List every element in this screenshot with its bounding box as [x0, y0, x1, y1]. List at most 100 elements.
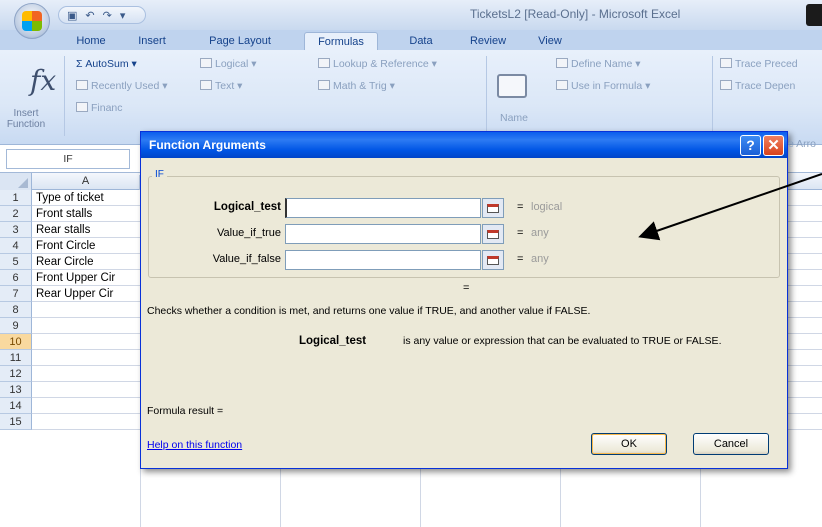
tab-view[interactable]: View [530, 32, 570, 51]
row-header[interactable]: 12 [0, 366, 32, 382]
value-if-true-collapse-button[interactable] [482, 224, 504, 244]
function-arguments-dialog: Function Arguments ? ✕ IF Logical_test =… [140, 131, 788, 469]
trace-dependents-button[interactable]: Trace Depen [720, 80, 795, 92]
math-trig-icon [318, 80, 330, 90]
cell-a4[interactable]: Front Circle [36, 238, 139, 254]
office-logo-icon [22, 11, 42, 31]
lookup-icon [318, 58, 330, 68]
remove-arrows-button[interactable]: e Arro [788, 138, 816, 150]
row-header[interactable]: 5 [0, 254, 32, 270]
name-manager-icon[interactable] [497, 74, 527, 98]
row-header[interactable]: 8 [0, 302, 32, 318]
undo-icon[interactable]: ↶ [85, 9, 94, 22]
row-header[interactable]: 4 [0, 238, 32, 254]
cell-a2[interactable]: Front stalls [36, 206, 139, 222]
cancel-button[interactable]: Cancel [693, 433, 769, 455]
math-trig-button[interactable]: Math & Trig ▾ [318, 80, 395, 92]
lookup-reference-button[interactable]: Lookup & Reference ▾ [318, 58, 437, 70]
window-controls[interactable] [806, 4, 822, 26]
logical-button[interactable]: Logical ▾ [200, 58, 256, 70]
autosum-button[interactable]: Σ AutoSum ▾ [76, 58, 137, 70]
ribbon-separator [64, 56, 65, 136]
use-in-formula-button[interactable]: Use in Formula ▾ [556, 80, 650, 92]
column-header-a[interactable]: A [32, 175, 140, 190]
row-header-selected[interactable]: 10 [0, 334, 32, 350]
collapse-dialog-icon [487, 203, 499, 213]
row-header[interactable]: 3 [0, 222, 32, 238]
tab-home[interactable]: Home [68, 32, 114, 51]
logical-test-collapse-button[interactable] [482, 198, 504, 218]
logical-icon [200, 58, 212, 68]
help-button[interactable]: ? [740, 135, 761, 156]
logical-test-equals: = [517, 201, 524, 213]
value-if-false-collapse-button[interactable] [482, 250, 504, 270]
ribbon-separator [712, 56, 713, 136]
tab-data[interactable]: Data [400, 32, 442, 51]
tab-formulas[interactable]: Formulas [304, 32, 378, 51]
help-on-function-link[interactable]: Help on this function [147, 439, 242, 451]
collapse-dialog-icon [487, 229, 499, 239]
value-if-false-label: Value_if_false [212, 253, 281, 265]
value-if-true-result: any [531, 227, 549, 239]
cell-a5[interactable]: Rear Circle [36, 254, 139, 270]
value-if-true-input[interactable] [285, 224, 481, 244]
dialog-title-bar[interactable]: Function Arguments ? ✕ [141, 132, 787, 158]
quick-access-toolbar: ▣ ↶ ↷ ▾ [58, 6, 146, 24]
dialog-title: Function Arguments [149, 138, 266, 152]
financial-icon [76, 102, 88, 112]
value-if-false-input[interactable] [285, 250, 481, 270]
cell-a7[interactable]: Rear Upper Cir [36, 286, 139, 302]
function-description: Checks whether a condition is met, and r… [147, 305, 591, 317]
row-header[interactable]: 1 [0, 190, 32, 206]
cell-a1[interactable]: Type of ticket [36, 190, 139, 206]
redo-icon[interactable]: ↷ [103, 9, 112, 22]
formula-result: Formula result = [147, 405, 224, 417]
name-box[interactable]: IF [6, 149, 130, 169]
row-header[interactable]: 9 [0, 318, 32, 334]
save-icon[interactable]: ▣ [67, 9, 77, 22]
window-title: TicketsL2 [Read-Only] - Microsoft Excel [470, 7, 681, 21]
recently-used-icon [76, 80, 88, 90]
cell-a3[interactable]: Rear stalls [36, 222, 139, 238]
collapse-dialog-icon [487, 255, 499, 265]
row-header[interactable]: 15 [0, 414, 32, 430]
select-all-icon [18, 178, 28, 188]
customize-qat-icon[interactable]: ▾ [120, 9, 126, 22]
trace-precedents-button[interactable]: Trace Preced [720, 58, 798, 70]
name-manager-label[interactable]: Name [500, 112, 528, 124]
logical-test-input[interactable] [285, 198, 481, 218]
tab-insert[interactable]: Insert [130, 32, 174, 51]
argument-description-text: is any value or expression that can be e… [403, 335, 722, 347]
row-header[interactable]: 2 [0, 206, 32, 222]
office-button[interactable] [14, 3, 50, 39]
function-name-label: IF [152, 169, 167, 180]
tab-review[interactable]: Review [462, 32, 514, 51]
text-icon [200, 80, 212, 90]
logical-test-label: Logical_test [213, 201, 281, 213]
argument-description-name: Logical_test [299, 335, 367, 347]
ribbon-separator [486, 56, 487, 136]
value-if-true-label: Value_if_true [216, 227, 281, 239]
insert-function-label[interactable]: Insert Function [4, 108, 48, 130]
tab-page-layout[interactable]: Page Layout [200, 32, 280, 51]
financial-button[interactable]: Financ [76, 102, 123, 114]
row-header[interactable]: 6 [0, 270, 32, 286]
row-header[interactable]: 13 [0, 382, 32, 398]
trace-dependents-icon [720, 80, 732, 90]
row-header[interactable]: 7 [0, 286, 32, 302]
use-in-formula-icon [556, 80, 568, 90]
row-header[interactable]: 14 [0, 398, 32, 414]
value-if-false-result: any [531, 253, 549, 265]
function-result-equals: = [463, 282, 470, 294]
row-header[interactable]: 11 [0, 350, 32, 366]
trace-precedents-icon [720, 58, 732, 68]
value-if-true-equals: = [517, 227, 524, 239]
text-button[interactable]: Text ▾ [200, 80, 242, 92]
close-button[interactable]: ✕ [763, 135, 784, 156]
insert-function-icon[interactable]: fx [30, 64, 56, 97]
recently-used-button[interactable]: Recently Used ▾ [76, 80, 167, 92]
define-name-button[interactable]: Define Name ▾ [556, 58, 640, 70]
ok-button[interactable]: OK [591, 433, 667, 455]
cell-a6[interactable]: Front Upper Cir [36, 270, 139, 286]
logical-test-result: logical [531, 201, 563, 213]
